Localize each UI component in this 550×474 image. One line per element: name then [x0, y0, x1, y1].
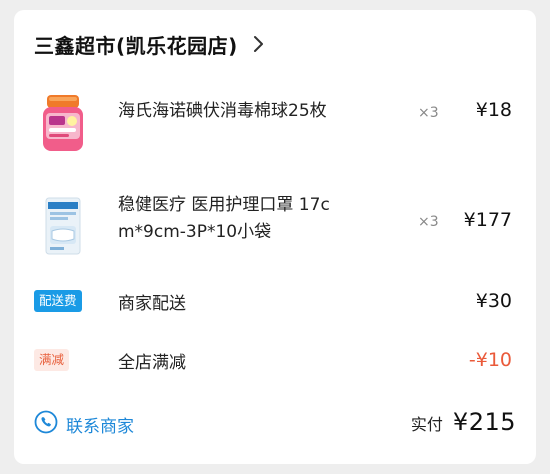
paid-value: ¥215: [452, 408, 516, 436]
delivery-fee-row: 配送费 商家配送 ¥30: [34, 286, 516, 316]
delivery-tag: 配送费: [34, 290, 82, 312]
discount-label: 全店满减: [118, 352, 186, 373]
paid-label: 实付: [410, 415, 443, 434]
mask-pack-icon: [34, 194, 92, 258]
contact-merchant-button[interactable]: 联系商家: [34, 410, 134, 438]
item-quantity: ×3: [418, 105, 439, 121]
item-price: ¥18: [475, 99, 512, 121]
iodine-cotton-bottle-icon: [34, 91, 92, 155]
discount-tag: 满减: [34, 349, 70, 371]
delivery-value: ¥30: [475, 290, 512, 312]
item-price: ¥177: [463, 209, 512, 231]
total-paid: 实付 ¥215: [411, 408, 516, 436]
store-name: 三鑫超市(凯乐花园店): [34, 33, 238, 58]
delivery-label: 商家配送: [118, 293, 186, 314]
list-item[interactable]: 稳健医疗 医用护理口罩 17c m*9cm-3P*10小袋 ×3 ¥177: [34, 190, 516, 260]
item-quantity: ×3: [418, 214, 439, 230]
item-name: 海氏海诺碘伏消毒棉球25枚: [118, 101, 327, 121]
order-card: 三鑫超市(凯乐花园店) 海氏海诺碘伏消毒棉球25枚 ×3 ¥18 稳健医疗 医用…: [14, 10, 536, 464]
item-name-line-2: m*9cm-3P*10小袋: [118, 222, 272, 242]
store-header[interactable]: 三鑫超市(凯乐花园店): [34, 22, 270, 66]
discount-value: -¥10: [468, 349, 512, 371]
phone-icon: [34, 410, 58, 438]
contact-merchant-label: 联系商家: [66, 416, 134, 437]
discount-row: 满减 全店满减 -¥10: [34, 345, 516, 375]
list-item[interactable]: 海氏海诺碘伏消毒棉球25枚 ×3 ¥18: [34, 88, 516, 158]
item-name-line-1: 稳健医疗 医用护理口罩 17c: [118, 195, 330, 215]
chevron-right-icon: [248, 33, 270, 55]
